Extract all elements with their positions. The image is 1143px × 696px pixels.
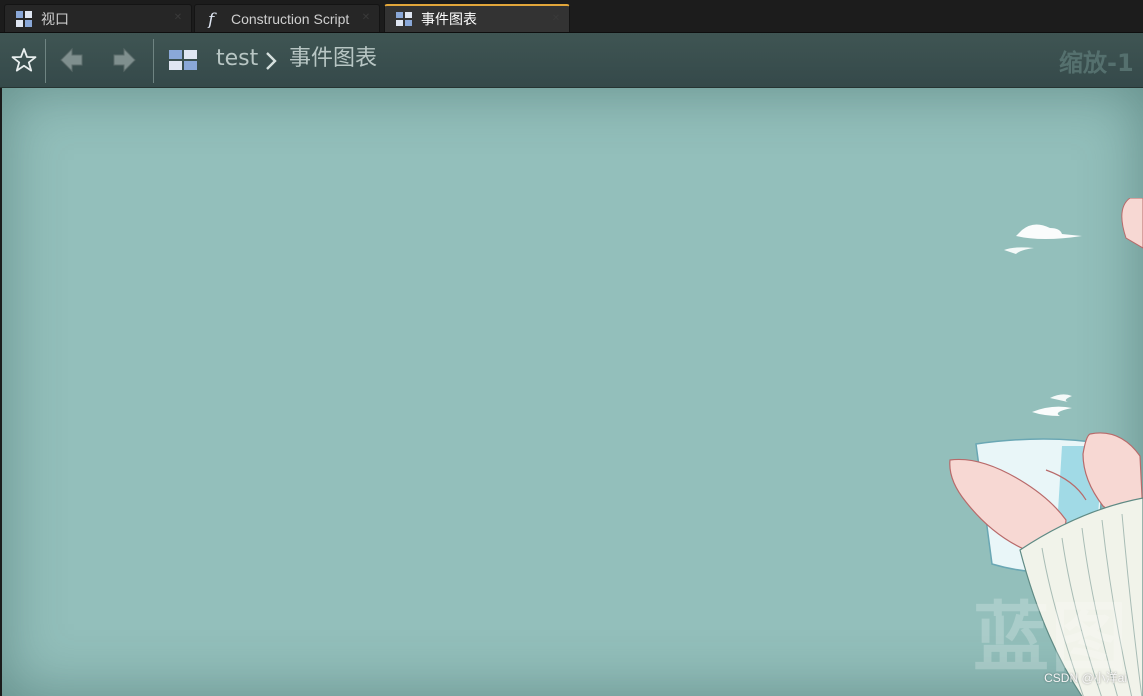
back-arrow-icon	[60, 47, 83, 73]
breadcrumb-root[interactable]: test	[216, 45, 258, 73]
event-graph-icon	[396, 12, 412, 26]
graph-type-icon-wrap	[164, 33, 202, 87]
close-icon[interactable]: ✕	[361, 13, 371, 23]
back-button[interactable]	[52, 33, 92, 87]
tab-label: 视口	[41, 10, 69, 27]
tab-viewport[interactable]: 视口 ✕	[4, 4, 192, 32]
svg-text:f: f	[206, 10, 217, 28]
graph-toolbar: test 事件图表 缩放-1	[0, 33, 1143, 88]
toolbar-divider	[153, 39, 154, 83]
star-icon	[11, 48, 37, 72]
function-icon: f	[206, 10, 217, 28]
tab-bar: 视口 ✕ f Construction Script ✕ 事件图表 ✕	[0, 0, 1143, 33]
chevron-right-icon	[266, 52, 277, 70]
close-icon[interactable]: ✕	[173, 13, 183, 23]
zoom-level-label: 缩放-1	[1059, 49, 1134, 77]
forward-button[interactable]	[104, 33, 144, 87]
breadcrumb-current: 事件图表	[289, 46, 378, 71]
credit-text: CSDN @小洋ai	[1044, 671, 1127, 685]
tab-label: Construction Script	[231, 10, 350, 27]
viewport-grid-icon	[16, 10, 32, 27]
tab-label: 事件图表	[421, 11, 477, 27]
forward-arrow-icon	[113, 47, 136, 73]
toolbar-divider	[45, 39, 46, 83]
graph-canvas[interactable]: 蓝图 CSDN @小洋ai	[2, 88, 1143, 696]
tab-event-graph[interactable]: 事件图表 ✕	[384, 4, 570, 32]
favorite-button[interactable]	[4, 33, 44, 87]
event-graph-icon	[169, 50, 197, 70]
close-icon[interactable]: ✕	[551, 14, 561, 24]
tab-construction-script[interactable]: f Construction Script ✕	[194, 4, 380, 32]
